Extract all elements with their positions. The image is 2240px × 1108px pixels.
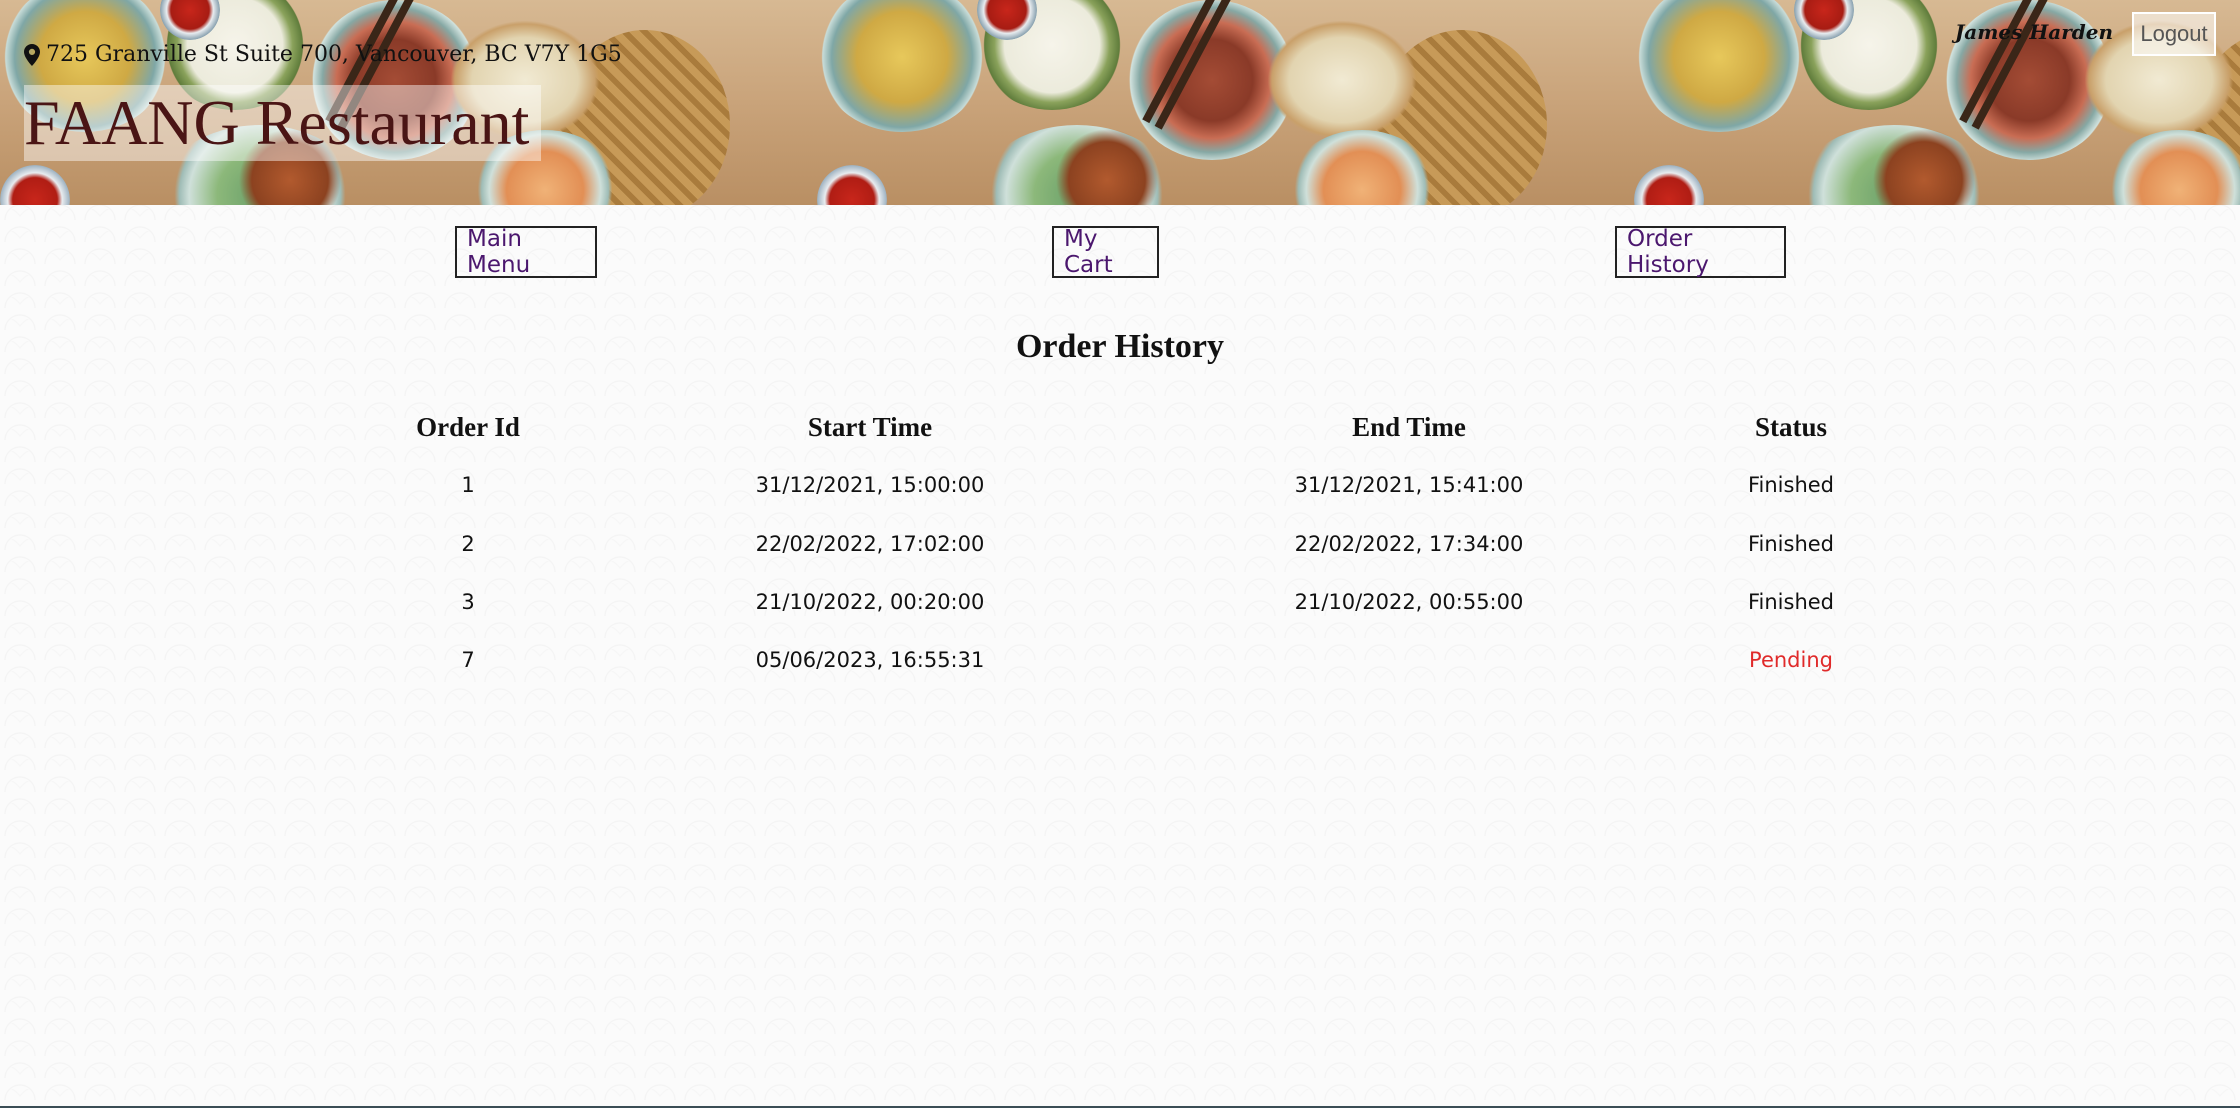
column-header-start-time: Start Time (807, 412, 933, 442)
restaurant-name: FAANG Restaurant (24, 85, 542, 161)
order-id-cell: 2 (461, 532, 475, 556)
order-id-cell: 7 (461, 648, 475, 672)
food-banner-image (817, 0, 1634, 205)
status-cell: Finished (1747, 473, 1835, 497)
status-cell: Finished (1747, 532, 1835, 556)
end-time-cell: 21/10/2022, 00:55:00 (1294, 590, 1524, 614)
header-banner: 725 Granville St Suite 700, Vancouver, B… (0, 0, 2240, 205)
order-id-cell: 3 (461, 590, 475, 614)
status-cell-pending: Pending (1749, 648, 1833, 672)
main-menu-button[interactable]: Main Menu (455, 226, 597, 278)
user-name: James Harden (1954, 20, 2113, 44)
start-time-cell: 21/10/2022, 00:20:00 (755, 590, 985, 614)
page-title: Order History (1015, 328, 1225, 365)
column-header-end-time: End Time (1352, 412, 1466, 442)
order-id-cell: 1 (461, 473, 475, 497)
status-cell: Finished (1747, 590, 1835, 614)
column-header-status: Status (1754, 412, 1828, 442)
end-time-cell: 22/02/2022, 17:34:00 (1294, 532, 1524, 556)
end-time-cell: 31/12/2021, 15:41:00 (1294, 473, 1524, 497)
address-text: 725 Granville St Suite 700, Vancouver, B… (46, 42, 622, 67)
start-time-cell: 22/02/2022, 17:02:00 (755, 532, 985, 556)
order-history-button[interactable]: Order History (1615, 226, 1786, 278)
logout-button[interactable]: Logout (2132, 12, 2216, 56)
my-cart-button[interactable]: My Cart (1052, 226, 1159, 278)
restaurant-address: 725 Granville St Suite 700, Vancouver, B… (24, 42, 622, 67)
column-header-order-id: Order Id (416, 412, 520, 442)
start-time-cell: 31/12/2021, 15:00:00 (755, 473, 985, 497)
location-pin-icon (24, 43, 40, 66)
start-time-cell: 05/06/2023, 16:55:31 (755, 648, 985, 672)
